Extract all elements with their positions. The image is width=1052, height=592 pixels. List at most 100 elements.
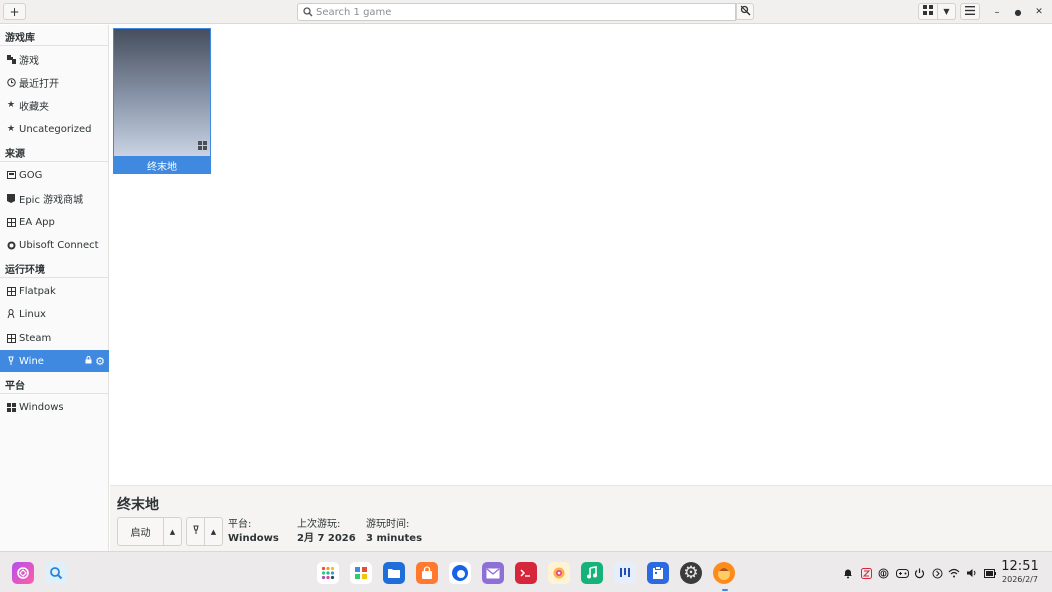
sidebar-item-games[interactable]: 游戏 [0,48,109,70]
maximize-button[interactable]: ● [1010,4,1026,20]
sidebar-item-gog[interactable]: GOG [0,164,109,186]
steam-icon [6,333,16,343]
game-title-label[interactable]: 终末地 [113,157,211,174]
clock-date: 2026/2/7 [1002,575,1038,584]
sidebar-item-label: Uncategorized [19,123,92,135]
game-launcher-icon[interactable] [713,562,735,584]
input-method-icon[interactable] [860,567,872,579]
minimize-button[interactable]: – [989,4,1005,20]
shop-icon[interactable] [416,562,438,584]
sidebar-item-windows[interactable]: Windows [0,396,109,418]
sidebar-item-label: Ubisoft Connect [19,239,99,251]
sidebar-item-label: EA App [19,216,55,228]
runner-tools-button[interactable] [186,517,205,546]
battery-icon[interactable] [983,567,996,579]
sidebar-item-favorites[interactable]: ★ 收藏夹 [0,94,109,116]
clipboard-icon[interactable] [647,562,669,584]
notes-icon[interactable] [614,562,636,584]
file-manager-icon[interactable] [383,562,405,584]
search-icon [300,7,316,17]
gear-icon[interactable]: ⚙ [95,355,105,368]
image-viewer-icon[interactable] [548,562,570,584]
windows-icon [198,141,207,153]
playtime-key: 游玩时间: [366,519,410,530]
epic-icon [6,193,16,203]
app-grid-icon[interactable] [317,562,339,584]
sidebar-item-label: Wine [19,355,44,367]
mail-icon[interactable] [482,562,504,584]
last-played-key: 上次游玩: [297,519,341,530]
clock-icon [6,77,16,87]
sidebar-item-uncategorized[interactable]: ★ Uncategorized [0,118,109,140]
platform-key: 平台: [228,519,252,530]
taskbar: ⚙ 12:51 2026/2/7 [0,551,1052,592]
sidebar-item-recent[interactable]: 最近打开 [0,71,109,93]
search-box[interactable] [297,3,736,21]
sidebar-item-label: 游戏 [19,55,39,67]
sidebar-item-linux[interactable]: Linux [0,303,109,325]
sidebar-item-ubisoft[interactable]: Ubisoft Connect [0,234,109,256]
chevron-right-icon[interactable] [931,567,943,579]
filter-icon [740,5,751,19]
sidebar-item-label: Windows [19,401,64,413]
launcher-icon[interactable] [12,562,34,584]
sidebar-item-wine[interactable]: Wine ⚙ [0,350,109,372]
sidebar-item-ea[interactable]: EA App [0,211,109,233]
add-game-button[interactable]: + [3,3,26,20]
search-input[interactable] [316,6,716,18]
launch-button[interactable]: 启动 [117,517,164,546]
running-indicator [722,589,728,591]
gog-icon [6,170,16,180]
chevron-down-icon: ▼ [943,7,950,16]
game-cover[interactable] [113,28,211,157]
music-icon[interactable] [581,562,603,584]
star-icon: ★ [6,100,16,110]
wifi-icon[interactable] [948,567,960,579]
view-options-dropdown[interactable]: ▼ [937,3,956,20]
hamburger-icon [965,5,975,18]
wine-icon [192,525,200,538]
sidebar-item-flatpak[interactable]: Flatpak [0,280,109,302]
sidebar-item-steam[interactable]: Steam [0,327,109,349]
grid-view-button[interactable] [918,3,938,20]
settings-icon[interactable]: ⚙ [680,562,702,584]
sidebar-section-platforms: 平台 [0,374,109,394]
sidebar-item-label: 最近打开 [19,78,59,90]
ubisoft-icon [6,240,16,250]
sidebar-item-label: Steam [19,332,52,344]
grid-icon [923,5,933,18]
game-tile[interactable]: 终末地 [113,28,211,175]
platform-value: Windows [228,533,279,544]
platform-info: 平台: Windows [228,518,279,546]
sidebar-section-library: 游戏库 [0,26,109,46]
last-played-info: 上次游玩: 2月 7 2026 [297,518,356,546]
sidebar-item-label: Epic 游戏商城 [19,194,84,206]
sidebar-item-label: GOG [19,169,43,181]
close-button[interactable]: ✕ [1031,4,1047,20]
terminal-icon[interactable] [515,562,537,584]
sidebar-section-sources: 来源 [0,142,109,162]
volume-icon[interactable] [966,567,978,579]
sidebar-item-epic[interactable]: Epic 游戏商城 [0,187,109,209]
close-icon: ✕ [1035,7,1043,17]
power-icon[interactable] [913,567,925,579]
gamepad-tray-icon[interactable] [895,567,909,579]
fingerprint-icon[interactable] [877,567,889,579]
search-app-icon[interactable] [45,562,67,584]
chevron-up-icon: ▲ [169,527,176,536]
runner-tools-dropdown[interactable]: ▲ [204,517,223,546]
lock-icon[interactable] [85,355,92,367]
launch-options-button[interactable]: ▲ [163,517,182,546]
wine-icon [6,356,16,366]
filter-button[interactable] [736,3,754,20]
gamepad-icon [6,54,16,64]
selected-game-title: 终末地 [117,497,159,513]
playtime-info: 游玩时间: 3 minutes [366,518,422,546]
app-store-icon[interactable] [350,562,372,584]
browser-icon[interactable] [449,562,471,584]
main-menu-button[interactable] [960,3,980,20]
bell-icon[interactable] [842,567,854,579]
chevron-up-icon: ▲ [210,527,217,536]
playtime-value: 3 minutes [366,533,423,544]
clock[interactable]: 12:51 2026/2/7 [1000,559,1040,585]
